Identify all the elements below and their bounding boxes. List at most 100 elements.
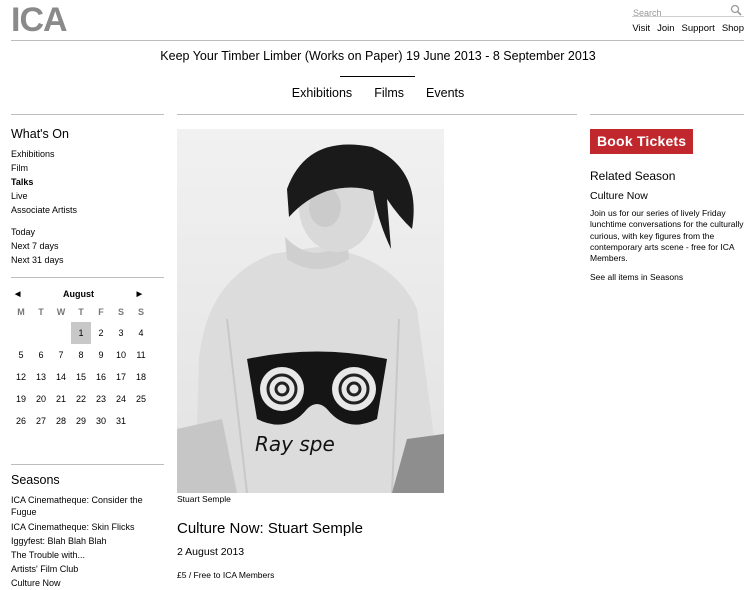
event-date: 2 August 2013 xyxy=(177,546,245,558)
calendar-empty-cell xyxy=(131,410,151,432)
event-calendar: ◀ August ▶ M T W T F S S 1 2 3 4 5 6 7 8 9 10 11 12 13 14 15 1… xyxy=(11,289,164,432)
whats-on-categories: Exhibitions Film Talks Live Associate Ar… xyxy=(11,147,164,217)
calendar-day[interactable]: 18 xyxy=(131,366,151,388)
search-icon[interactable] xyxy=(730,4,742,16)
season-item[interactable]: ICA Cinematheque: Consider the Fugue xyxy=(11,494,164,518)
related-season-description: Join us for our series of lively Friday … xyxy=(590,208,744,264)
whats-on-periods: Today Next 7 days Next 31 days xyxy=(11,225,164,267)
calendar-day[interactable]: 13 xyxy=(31,366,51,388)
header-divider xyxy=(11,40,744,41)
seasons-divider xyxy=(11,464,164,465)
season-item[interactable]: Artists' Film Club xyxy=(11,562,164,576)
svg-text:Ray spe: Ray spe xyxy=(255,432,335,456)
util-link-visit[interactable]: Visit xyxy=(632,23,650,34)
calendar-empty-cell xyxy=(31,322,51,344)
category-film[interactable]: Film xyxy=(11,161,164,175)
calendar-day[interactable]: 6 xyxy=(31,344,51,366)
whats-on-heading: What's On xyxy=(11,127,69,141)
calendar-divider xyxy=(11,277,164,278)
util-link-shop[interactable]: Shop xyxy=(722,23,744,34)
calendar-day[interactable]: 25 xyxy=(131,388,151,410)
season-item[interactable]: ICA Cinematheque: Skin Flicks xyxy=(11,520,164,534)
nav-indicator xyxy=(340,76,415,77)
seasons-heading: Seasons xyxy=(11,473,60,487)
prev-month-icon[interactable]: ◀ xyxy=(15,290,20,298)
category-talks[interactable]: Talks xyxy=(11,175,164,189)
calendar-empty-cell xyxy=(51,322,71,344)
main-nav: Exhibitions Films Events xyxy=(0,86,756,100)
tab-events[interactable]: Events xyxy=(426,86,464,100)
calendar-day[interactable]: 7 xyxy=(51,344,71,366)
calendar-day[interactable]: 26 xyxy=(11,410,31,432)
calendar-month: August xyxy=(63,289,94,299)
event-title: Culture Now: Stuart Semple xyxy=(177,520,363,537)
calendar-day[interactable]: 10 xyxy=(111,344,131,366)
calendar-day[interactable]: 19 xyxy=(11,388,31,410)
calendar-day[interactable]: 27 xyxy=(31,410,51,432)
related-season-heading: Related Season xyxy=(590,169,676,183)
season-item[interactable]: Culture Now xyxy=(11,576,164,590)
calendar-day[interactable]: 9 xyxy=(91,344,111,366)
category-associate-artists[interactable]: Associate Artists xyxy=(11,203,164,217)
calendar-day[interactable]: 14 xyxy=(51,366,71,388)
weekday-label: M xyxy=(17,307,25,317)
event-price: £5 / Free to ICA Members xyxy=(177,570,275,580)
calendar-day[interactable]: 1 xyxy=(71,322,91,344)
season-item[interactable]: The Trouble with... xyxy=(11,548,164,562)
calendar-day[interactable]: 12 xyxy=(11,366,31,388)
category-live[interactable]: Live xyxy=(11,189,164,203)
search-box xyxy=(632,3,744,20)
calendar-day[interactable]: 29 xyxy=(71,410,91,432)
calendar-empty-cell xyxy=(11,322,31,344)
calendar-day[interactable]: 2 xyxy=(91,322,111,344)
calendar-day[interactable]: 21 xyxy=(51,388,71,410)
weekday-label: F xyxy=(98,307,104,317)
calendar-day[interactable]: 3 xyxy=(111,322,131,344)
period-next-7-days[interactable]: Next 7 days xyxy=(11,239,164,253)
weekday-label: S xyxy=(137,307,144,317)
calendar-day[interactable]: 5 xyxy=(11,344,31,366)
event-sidebar: Book Tickets Related Season Culture Now … xyxy=(590,129,745,282)
center-column-divider xyxy=(177,114,577,115)
next-month-icon[interactable]: ▶ xyxy=(137,290,142,298)
right-column-divider xyxy=(590,114,744,115)
weekday-label: T xyxy=(38,307,44,317)
calendar-day[interactable]: 24 xyxy=(111,388,131,410)
see-all-seasons-link[interactable]: See all items in Seasons xyxy=(590,272,745,282)
calendar-day[interactable]: 4 xyxy=(131,322,151,344)
current-exhibition-banner[interactable]: Keep Your Timber Limber (Works on Paper)… xyxy=(0,49,756,63)
calendar-day[interactable]: 20 xyxy=(31,388,51,410)
calendar-day[interactable]: 16 xyxy=(91,366,111,388)
calendar-day[interactable]: 30 xyxy=(91,410,111,432)
calendar-day[interactable]: 15 xyxy=(71,366,91,388)
left-column-divider xyxy=(11,114,164,115)
calendar-day[interactable]: 11 xyxy=(131,344,151,366)
tab-exhibitions[interactable]: Exhibitions xyxy=(292,86,352,100)
search-input[interactable] xyxy=(632,6,728,20)
seasons-panel: Seasons ICA Cinematheque: Consider the F… xyxy=(11,473,164,590)
period-today[interactable]: Today xyxy=(11,225,164,239)
calendar-day[interactable]: 28 xyxy=(51,410,71,432)
seasons-list: ICA Cinematheque: Consider the Fugue ICA… xyxy=(11,494,164,590)
category-exhibitions[interactable]: Exhibitions xyxy=(11,147,164,161)
svg-text:ICA: ICA xyxy=(11,3,67,35)
calendar-day[interactable]: 22 xyxy=(71,388,91,410)
utility-nav: Visit Join Support Shop xyxy=(632,23,744,34)
calendar-header: ◀ August ▶ xyxy=(11,289,164,303)
whats-on-panel: What's On Exhibitions Film Talks Live As… xyxy=(11,127,164,267)
photo-caption: Stuart Semple xyxy=(177,494,231,504)
util-link-support[interactable]: Support xyxy=(682,23,715,34)
period-next-31-days[interactable]: Next 31 days xyxy=(11,253,164,267)
util-link-join[interactable]: Join xyxy=(657,23,674,34)
calendar-day[interactable]: 17 xyxy=(111,366,131,388)
season-item[interactable]: Iggyfest: Blah Blah Blah xyxy=(11,534,164,548)
weekday-label: W xyxy=(56,307,66,317)
book-tickets-button[interactable]: Book Tickets xyxy=(590,129,694,154)
calendar-day[interactable]: 31 xyxy=(111,410,131,432)
calendar-day[interactable]: 8 xyxy=(71,344,91,366)
calendar-day[interactable]: 23 xyxy=(91,388,111,410)
ica-logo[interactable]: ICA xyxy=(11,3,83,35)
related-season-link[interactable]: Culture Now xyxy=(590,190,745,202)
event-photo: Ray spe xyxy=(177,129,444,493)
tab-films[interactable]: Films xyxy=(374,86,404,100)
